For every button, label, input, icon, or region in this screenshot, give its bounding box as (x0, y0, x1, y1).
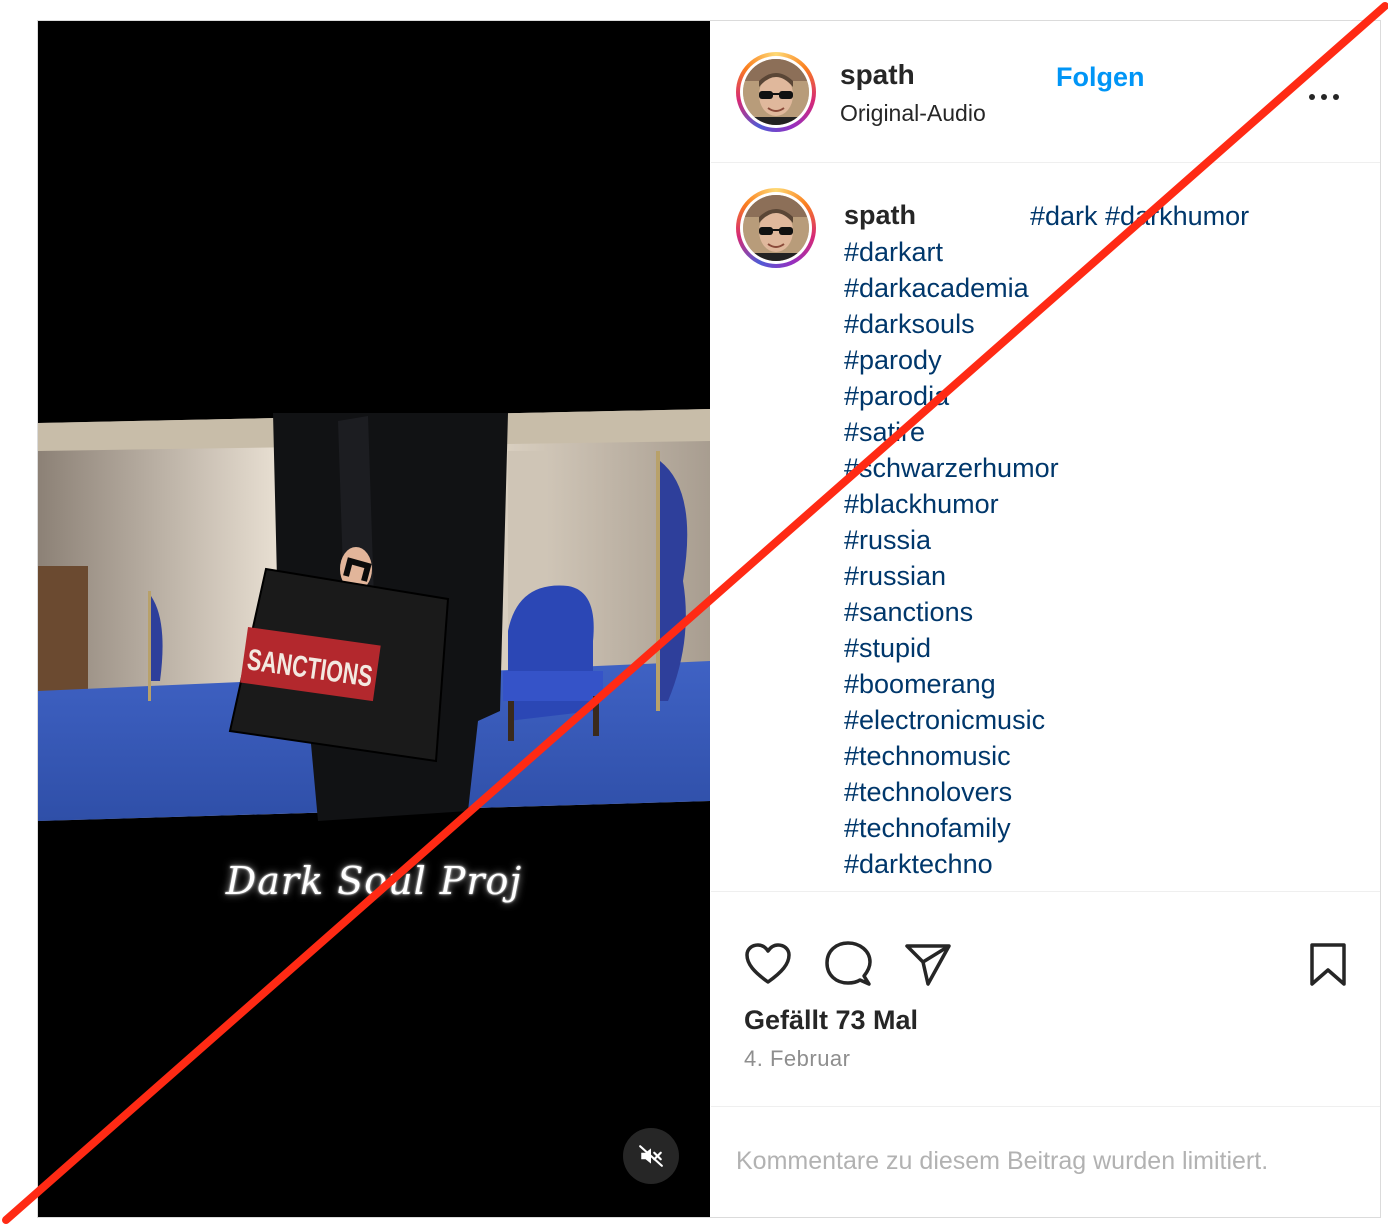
hashtag-link[interactable]: #parodia (844, 381, 949, 412)
post-date[interactable]: 4. Februar (744, 1046, 851, 1072)
hashtag-link[interactable]: #electronicmusic (844, 705, 1045, 736)
follow-button[interactable]: Folgen (1056, 62, 1145, 93)
hashtag-link[interactable]: #stupid (844, 633, 931, 664)
speaker-muted-icon (639, 1145, 663, 1167)
hashtag-link[interactable]: #russia (844, 525, 931, 556)
hashtag-link[interactable]: #darkacademia (844, 273, 1029, 304)
hashtag-link[interactable]: #technofamily (844, 813, 1011, 844)
mute-button[interactable] (623, 1128, 679, 1184)
more-options-button[interactable] (1307, 89, 1341, 107)
save-button[interactable] (1308, 942, 1348, 993)
avatar[interactable] (736, 52, 816, 132)
hashtag-link[interactable]: #satire (844, 417, 925, 448)
post-caption: spath #dark #darkhumor #darkart #darkacad… (711, 163, 1380, 892)
hashtag-link[interactable]: #russian (844, 561, 946, 592)
post-actions: Gefällt 73 Mal 4. Februar (711, 892, 1380, 1107)
hashtag-link[interactable]: #blackhumor (844, 489, 999, 520)
more-dots-icon (1309, 94, 1339, 100)
post-details-panel: spath Original-Audio Folgen spath #dark … (711, 21, 1380, 1217)
video-player[interactable]: SANCTIONS Dark Soul Proj (38, 21, 710, 1217)
share-button[interactable] (904, 942, 952, 993)
hashtag-link[interactable]: #technolovers (844, 777, 1012, 808)
caption-avatar[interactable] (736, 188, 816, 268)
hashtag-link[interactable]: #darktechno (844, 849, 993, 880)
video-frame: SANCTIONS (38, 409, 710, 821)
hashtag-link[interactable]: #schwarzerhumor (844, 453, 1059, 484)
comment-icon (825, 941, 872, 986)
like-button[interactable] (744, 942, 792, 991)
hashtag-link[interactable]: #technomusic (844, 741, 1011, 772)
heart-icon (745, 943, 791, 984)
post-header: spath Original-Audio Folgen (711, 21, 1380, 163)
hashtag-link[interactable]: #darkart (844, 237, 943, 268)
user-photo (743, 59, 809, 125)
hashtag-link[interactable]: #darksouls (844, 309, 975, 340)
audio-label[interactable]: Original-Audio (840, 100, 986, 127)
comment-button[interactable] (824, 940, 872, 993)
hashtag-link[interactable]: #parody (844, 345, 942, 376)
paper-plane-icon (905, 944, 951, 986)
comments-limited-notice: Kommentare zu diesem Beitrag wurden limi… (736, 1147, 1269, 1175)
caption-inline-tags[interactable]: #dark #darkhumor (1030, 201, 1249, 232)
video-overlay-text: Dark Soul Proj (225, 859, 523, 903)
like-count[interactable]: Gefällt 73 Mal (744, 1005, 918, 1036)
caption-username[interactable]: spath (844, 200, 916, 231)
user-photo (743, 195, 809, 261)
author-username[interactable]: spath (840, 59, 915, 91)
hashtag-link[interactable]: #sanctions (844, 597, 973, 628)
hashtag-link[interactable]: #boomerang (844, 669, 996, 700)
bookmark-icon (1310, 943, 1346, 986)
